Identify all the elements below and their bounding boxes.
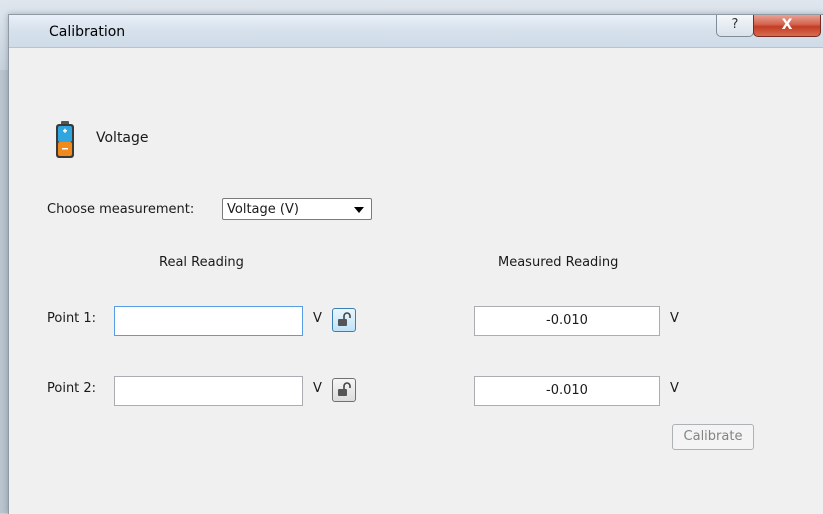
point-1-label: Point 1: (47, 311, 97, 326)
point-2-measured-unit: V (670, 381, 679, 396)
window-title: Calibration (49, 24, 126, 40)
battery-icon (56, 121, 74, 158)
calibration-dialog: Calibration ? X Voltage Choose measureme… (8, 14, 823, 514)
measurement-heading: Voltage (96, 130, 149, 146)
close-button[interactable]: X (753, 15, 821, 37)
calibrate-button[interactable]: Calibrate (672, 424, 754, 450)
unlock-icon (338, 312, 351, 326)
point-2-real-input[interactable] (114, 376, 303, 406)
chevron-down-icon[interactable] (354, 207, 364, 213)
point-2-unit: V (313, 381, 322, 396)
measurement-select[interactable]: Voltage (V) (222, 198, 372, 220)
point-2-label: Point 2: (47, 381, 97, 396)
help-button[interactable]: ? (716, 15, 754, 37)
point-1-unit: V (313, 311, 322, 326)
measurement-label: Choose measurement: (47, 202, 195, 217)
point-2-lock-button[interactable] (332, 378, 356, 402)
point-1-measured-value: -0.010 (474, 306, 660, 336)
point-1-real-input[interactable] (114, 306, 303, 336)
point-1-lock-button[interactable] (332, 308, 356, 332)
point-1-measured-unit: V (670, 311, 679, 326)
point-2-measured-value: -0.010 (474, 376, 660, 406)
title-bar[interactable]: Calibration ? X (9, 15, 823, 48)
measurement-select-value: Voltage (V) (227, 202, 299, 217)
measured-reading-header: Measured Reading (498, 255, 619, 270)
unlock-icon (338, 382, 351, 396)
real-reading-header: Real Reading (159, 255, 244, 270)
